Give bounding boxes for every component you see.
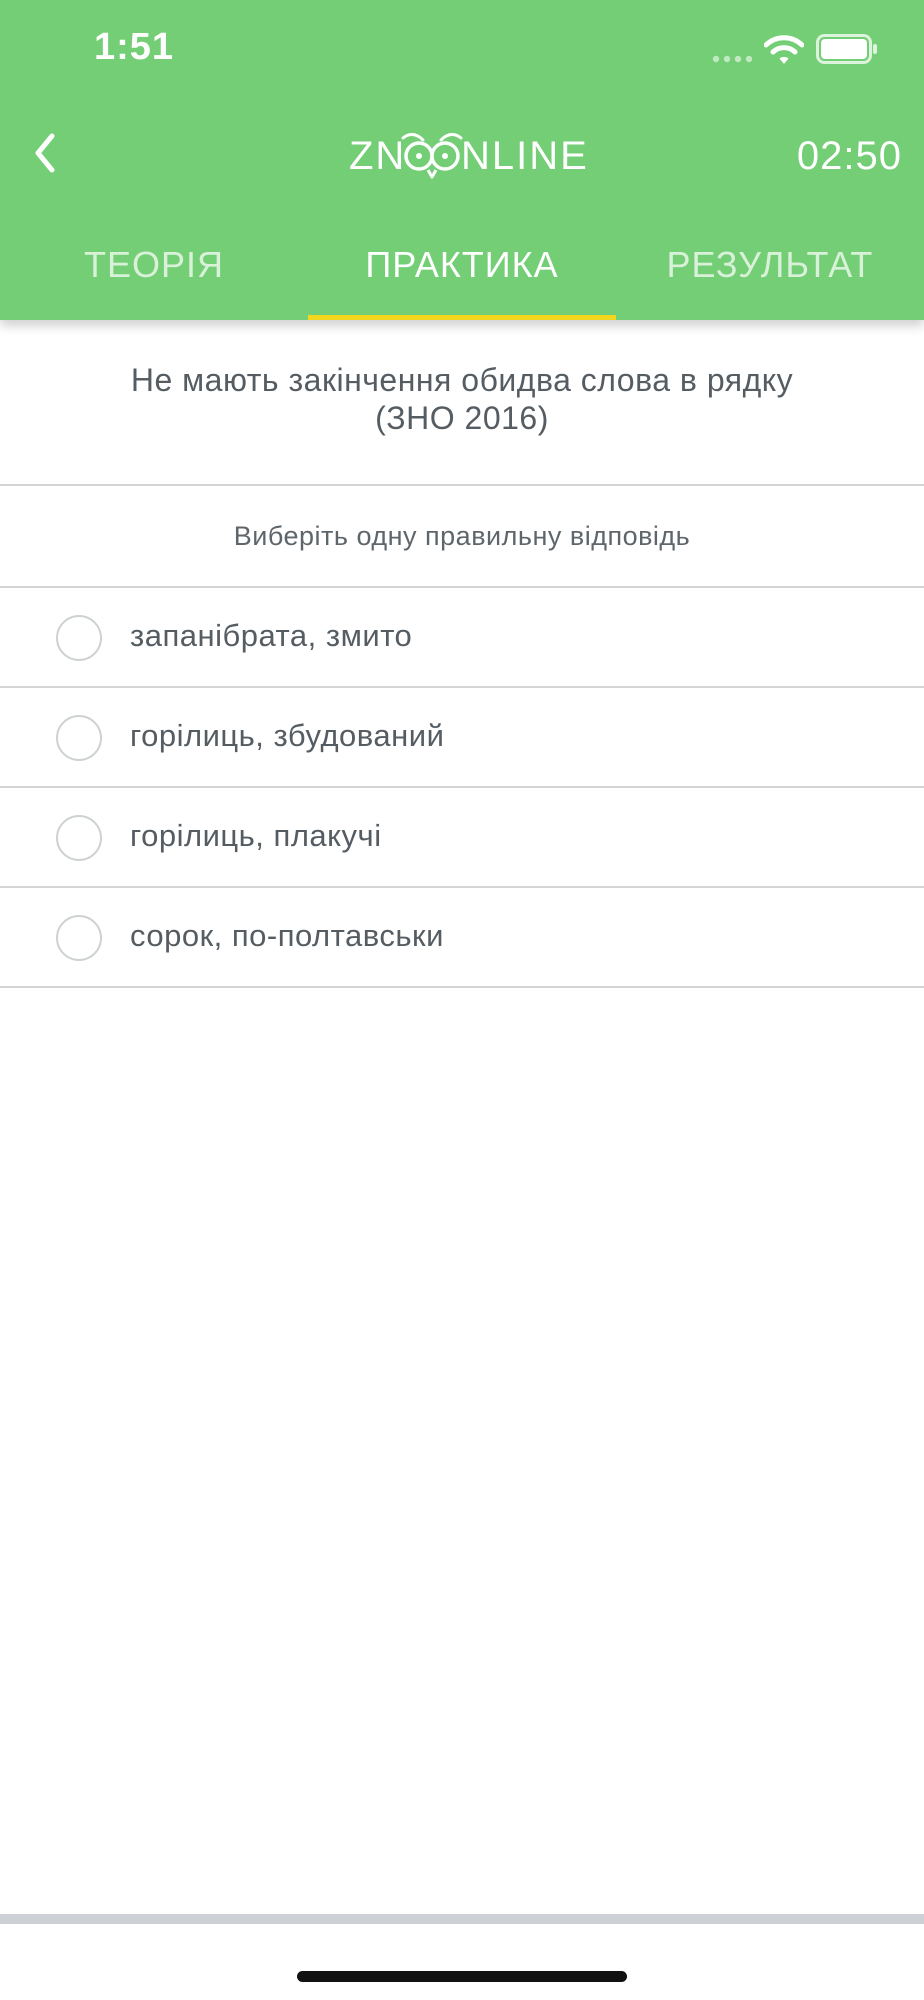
- answer-option-4[interactable]: сорок, по-полтавськи: [0, 888, 924, 988]
- answer-option-label: горілиць, плакучі: [130, 818, 382, 853]
- status-bar-time: 1:51: [94, 26, 175, 68]
- bottom-divider: [0, 1914, 924, 1924]
- answer-option-label: сорок, по-полтавськи: [130, 918, 444, 953]
- home-indicator[interactable]: [297, 1971, 627, 1982]
- tab-result[interactable]: РЕЗУЛЬТАТ: [616, 232, 924, 320]
- cellular-signal-icon: [712, 55, 753, 63]
- radio-button[interactable]: [56, 715, 102, 761]
- zno-online-logo: ZN NLINE: [347, 126, 587, 186]
- answer-option-1[interactable]: запанібрата, змито: [0, 588, 924, 688]
- logo-text-right: NLINE: [461, 134, 589, 178]
- tab-bar: ТЕОРІЯ ПРАКТИКА РЕЗУЛЬТАТ: [0, 232, 924, 320]
- answer-option-label: горілиць, збудований: [130, 718, 445, 753]
- answer-option-3[interactable]: горілиць, плакучі: [0, 788, 924, 888]
- tab-theory[interactable]: ТЕОРІЯ: [0, 232, 308, 320]
- answer-instruction: Виберіть одну правильну відповідь: [0, 486, 924, 588]
- radio-button[interactable]: [56, 915, 102, 961]
- battery-icon: [816, 34, 877, 64]
- question-text: Не мають закінчення обидва слова в рядку…: [0, 320, 924, 486]
- answer-option-2[interactable]: горілиць, збудований: [0, 688, 924, 788]
- tab-practice[interactable]: ПРАКТИКА: [308, 232, 616, 320]
- answer-option-label: запанібрата, змито: [130, 618, 413, 653]
- countdown-timer: 02:50: [796, 134, 902, 178]
- radio-button[interactable]: [56, 815, 102, 861]
- radio-button[interactable]: [56, 615, 102, 661]
- app-header: 1:51 ZN NLINE 02:50 ТЕОРІЯ ПРАКТИКА РЕЗУ…: [0, 0, 924, 320]
- back-chevron-icon[interactable]: [26, 128, 66, 178]
- wifi-icon: [764, 35, 804, 64]
- owl-logo-icon: [401, 133, 463, 179]
- question-line-2: (ЗНО 2016): [375, 400, 549, 436]
- question-line-1: Не мають закінчення обидва слова в рядку: [130, 362, 794, 398]
- answer-options-list: запанібрата, змито горілиць, збудований …: [0, 588, 924, 988]
